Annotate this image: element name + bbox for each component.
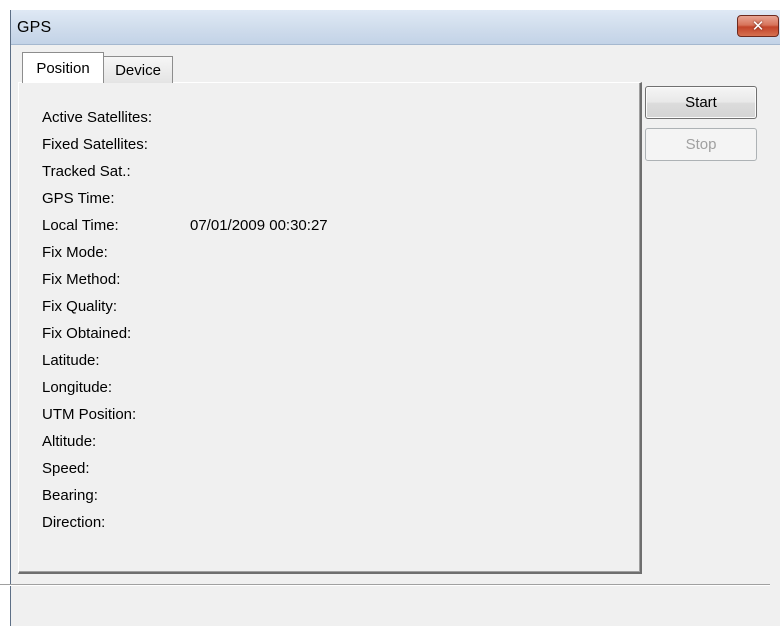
tab-label: Position <box>36 59 90 77</box>
label-latitude: Latitude: <box>42 352 100 369</box>
close-button[interactable]: ✕ <box>737 15 779 37</box>
label-direction: Direction: <box>42 514 106 531</box>
tab-position[interactable]: Position <box>22 52 104 83</box>
label-active-satellites: Active Satellites: <box>42 109 153 126</box>
label-fix-method: Fix Method: <box>42 271 121 288</box>
label-longitude: Longitude: <box>42 379 113 396</box>
label-utm-position: UTM Position: <box>42 406 137 423</box>
label-bearing: Bearing: <box>42 487 98 504</box>
title-bar[interactable]: GPS ✕ <box>11 10 780 45</box>
label-fix-quality: Fix Quality: <box>42 298 118 315</box>
label-tracked-sat: Tracked Sat.: <box>42 163 131 180</box>
close-icon: ✕ <box>751 17 765 35</box>
label-local-time: Local Time: <box>42 217 119 234</box>
label-fix-mode: Fix Mode: <box>42 244 108 261</box>
tab-label: Device <box>115 61 161 79</box>
label-gps-time: GPS Time: <box>42 190 115 207</box>
label-fixed-satellites: Fixed Satellites: <box>42 136 148 153</box>
value-local-time: 07/01/2009 00:30:27 <box>190 217 328 234</box>
stop-button[interactable]: Stop <box>645 128 757 161</box>
label-altitude: Altitude: <box>42 433 97 450</box>
label-fix-obtained: Fix Obtained: <box>42 325 132 342</box>
tab-device[interactable]: Device <box>104 56 173 83</box>
start-button[interactable]: Start <box>645 86 757 119</box>
label-speed: Speed: <box>42 460 90 477</box>
status-divider <box>0 584 770 586</box>
window-title: GPS <box>17 19 52 36</box>
